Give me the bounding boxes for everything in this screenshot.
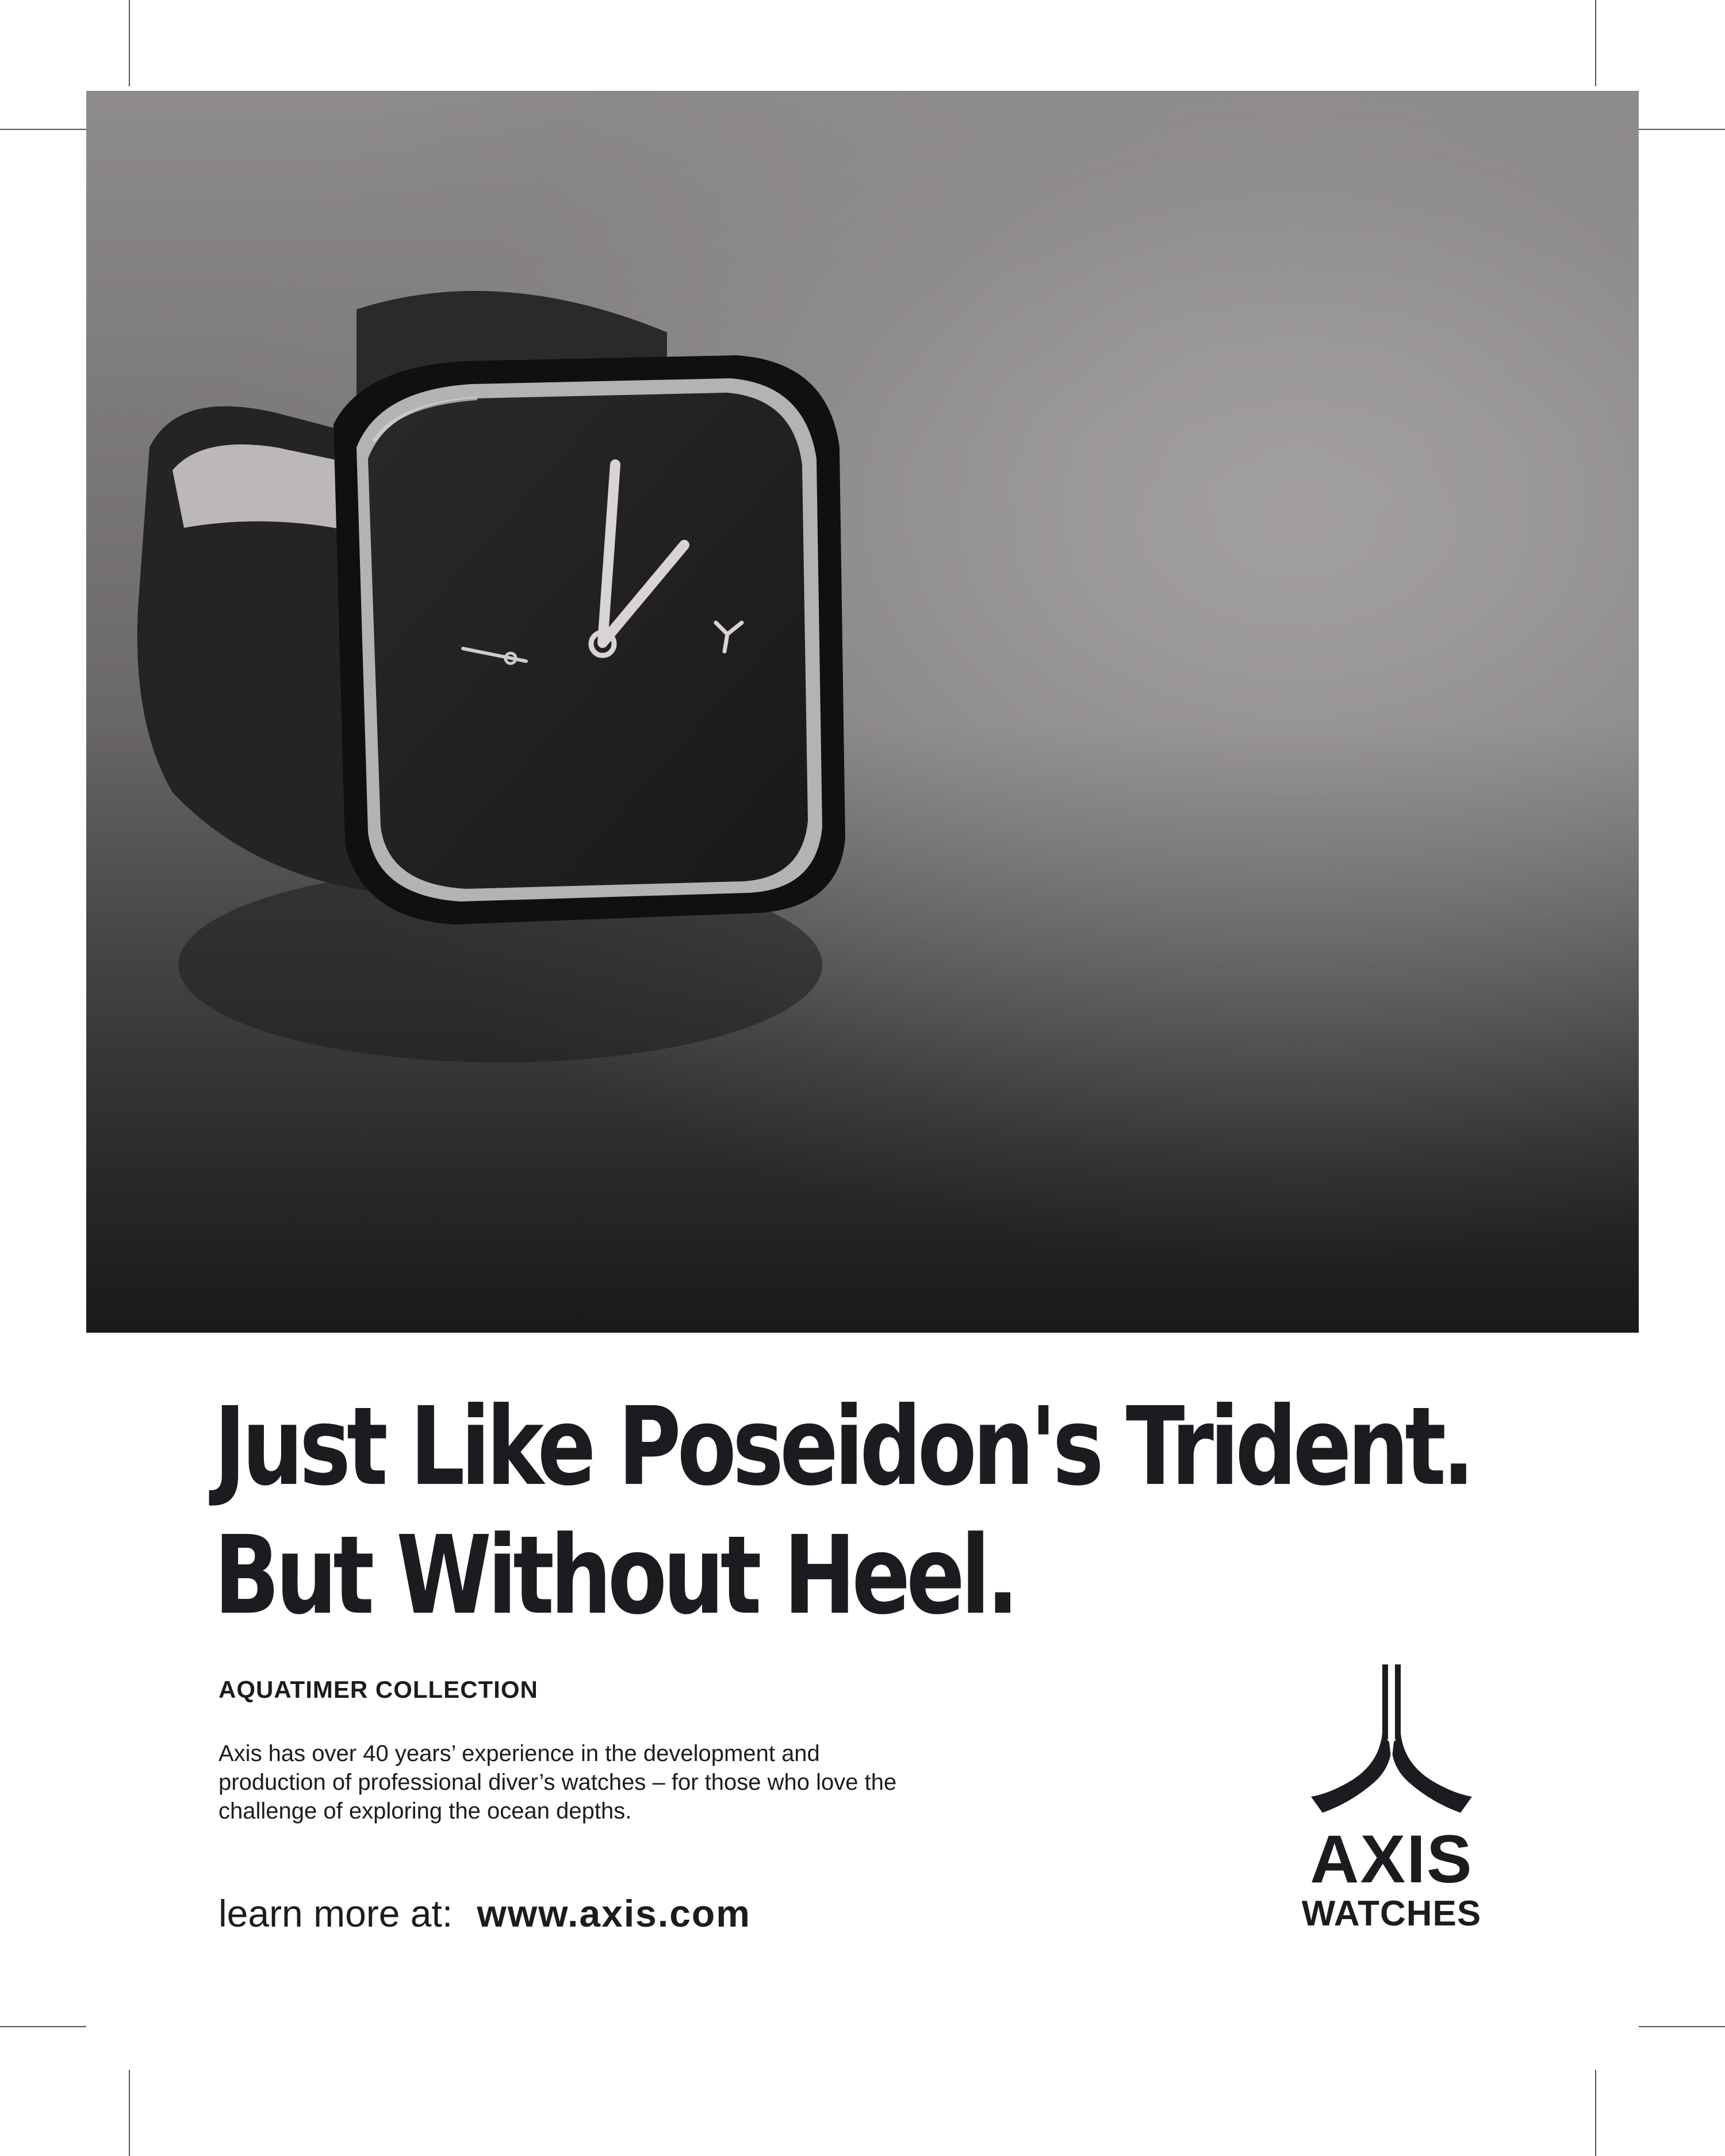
brand-name: AXIS: [1310, 1821, 1473, 1897]
watch-illustration: [86, 91, 1639, 1333]
headline-line-1: Just Like Poseidon's Trident.: [214, 1384, 1475, 1510]
brand-subtitle: WATCHES: [1301, 1894, 1482, 1934]
crop-mark-right-bottom: [1639, 2026, 1725, 2027]
headline-line-2: But Without Heel.: [214, 1513, 1019, 1639]
crop-mark-left-bottom: [0, 2026, 86, 2027]
collection-title: AQUATIMER COLLECTION: [218, 1676, 538, 1703]
watch-photo: [86, 91, 1639, 1333]
crop-mark-bottom-left: [129, 2070, 130, 2156]
headline: Just Like Poseidon's Trident. But Withou…: [214, 1383, 1475, 1640]
cta-prefix: learn more at:: [218, 1892, 453, 1935]
trident-icon: [1311, 1664, 1472, 1813]
crop-mark-right-top: [1639, 129, 1725, 130]
crop-mark-left-top: [0, 129, 86, 130]
body-copy: Axis has over 40 years’ experience in th…: [218, 1741, 897, 1824]
call-to-action: learn more at: www.axis.com: [218, 1892, 751, 1935]
website-link[interactable]: www.axis.com: [477, 1892, 751, 1935]
crop-mark-bottom-right: [1595, 2070, 1596, 2156]
crop-mark-top-right: [1595, 0, 1596, 86]
crop-mark-top-left: [129, 0, 130, 86]
